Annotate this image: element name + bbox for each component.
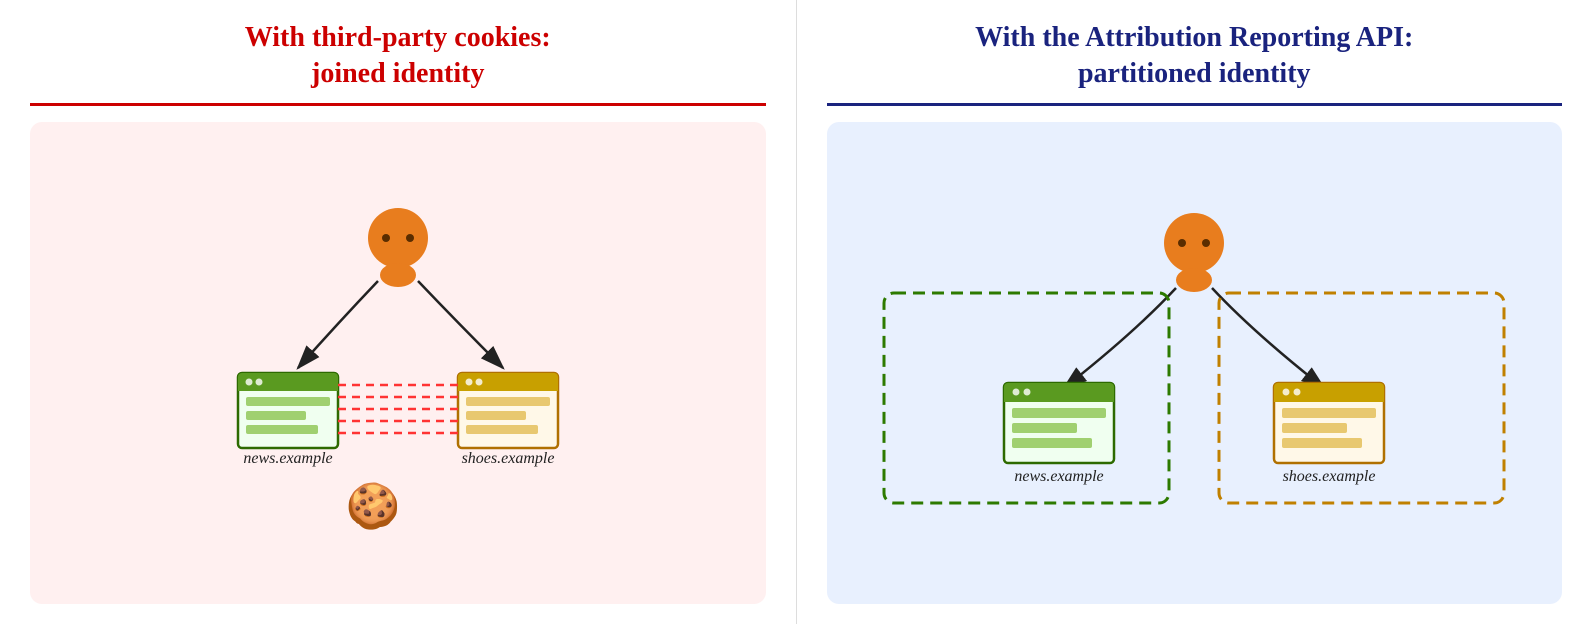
left-title-line2: joined identity <box>311 58 484 89</box>
left-diagram-svg: news.example shoes.example 🍪 <box>158 193 638 533</box>
right-divider <box>827 103 1563 106</box>
right-title-line1: With the Attribution Reporting API: <box>975 22 1413 53</box>
right-title: With the Attribution Reporting API: part… <box>975 20 1413 93</box>
person-head-left <box>368 208 428 268</box>
right-title-line2: partitioned identity <box>1078 58 1311 89</box>
svg-text:shoes.example: shoes.example <box>461 450 554 467</box>
left-diagram-area: news.example shoes.example 🍪 <box>30 122 766 604</box>
left-panel: With third-party cookies: joined identit… <box>0 0 797 624</box>
right-diagram-svg: news.example shoes.example <box>854 198 1534 528</box>
svg-text:news.example: news.example <box>1015 468 1104 485</box>
svg-text:news.example: news.example <box>243 450 332 467</box>
right-panel: With the Attribution Reporting API: part… <box>797 0 1592 624</box>
left-title: With third-party cookies: joined identit… <box>245 20 551 93</box>
svg-text:shoes.example: shoes.example <box>1283 468 1376 485</box>
left-divider <box>30 103 766 106</box>
svg-text:🍪: 🍪 <box>345 481 400 531</box>
person-head-right <box>1164 213 1224 273</box>
right-diagram-area: news.example shoes.example <box>827 122 1563 604</box>
left-title-line1: With third-party cookies: <box>245 22 551 53</box>
